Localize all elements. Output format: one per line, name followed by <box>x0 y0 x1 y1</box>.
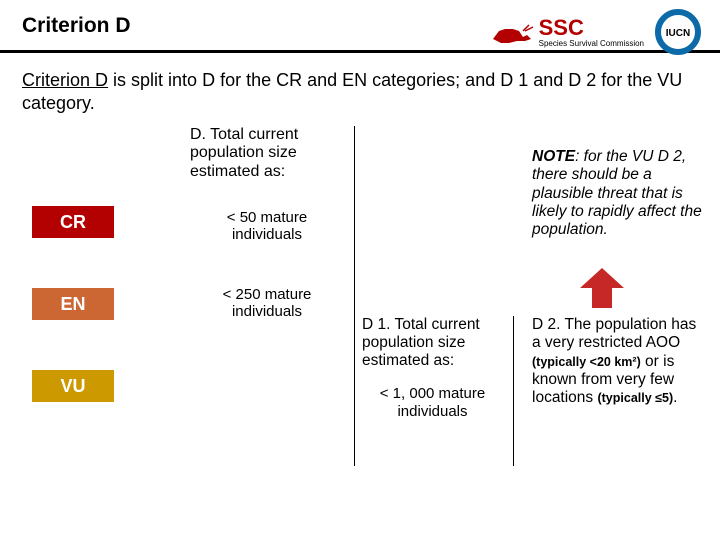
d2-small1: (typically <20 km²) <box>532 355 641 369</box>
up-arrow-icon <box>576 266 628 310</box>
svg-text:IUCN: IUCN <box>666 28 690 39</box>
category-column: CR EN VU <box>32 206 114 402</box>
ssc-subtext: Species Survival Commission <box>539 39 644 48</box>
note-box: NOTE: for the VU D 2, there should be a … <box>532 148 702 239</box>
category-en: EN <box>32 288 114 320</box>
category-vu: VU <box>32 370 114 402</box>
category-cr: CR <box>32 206 114 238</box>
column-d-cr-value: < 50 mature individuals <box>190 199 344 272</box>
column-d-heading: D. Total current population size estimat… <box>190 126 344 199</box>
ssc-logo: SSC Species Survival Commission <box>489 17 644 48</box>
column-d1-heading: D 1. Total current population size estim… <box>362 316 503 385</box>
column-d-en-value: < 250 mature individuals <box>190 272 344 321</box>
d2-tail: . <box>673 389 677 406</box>
column-d: D. Total current population size estimat… <box>190 126 355 466</box>
d2-small2: (typically ≤5) <box>597 391 673 405</box>
iucn-logo: IUCN <box>654 8 702 56</box>
column-d1-vu-value: < 1, 000 mature individuals <box>362 385 503 420</box>
column-d2: D 2. The population has a very restricte… <box>532 316 704 407</box>
column-d1: D 1. Total current population size estim… <box>362 316 514 466</box>
logo-bar: SSC Species Survival Commission IUCN <box>489 8 702 56</box>
intro-lead: Criterion D <box>22 70 108 90</box>
note-label: NOTE <box>532 148 575 165</box>
intro-rest: is split into D for the CR and EN catego… <box>22 70 682 113</box>
d2-lead: D 2. <box>532 316 564 333</box>
intro-paragraph: Criterion D is split into D for the CR a… <box>0 69 720 126</box>
ssc-text: SSC <box>539 17 644 39</box>
content-area: CR EN VU D. Total current population siz… <box>0 126 720 130</box>
goat-icon <box>489 17 535 47</box>
